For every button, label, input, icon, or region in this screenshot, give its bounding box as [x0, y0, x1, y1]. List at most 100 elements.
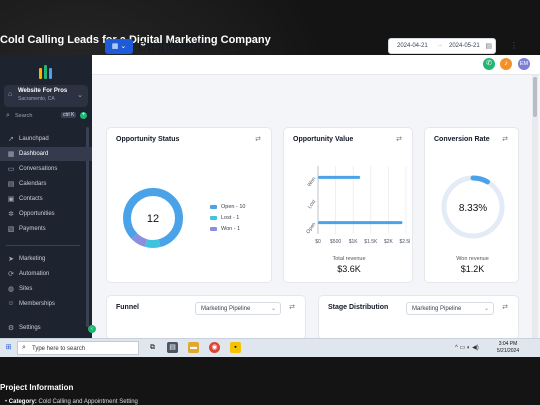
sidebar-item-settings[interactable]: ⚙ Settings: [0, 321, 92, 335]
clock-time: 3:04 PM: [498, 341, 518, 347]
bar-open[interactable]: [318, 221, 403, 225]
automation-icon: ⟳: [8, 271, 14, 278]
sidebar-item-opportunities[interactable]: ✲ Opportunities: [0, 207, 92, 221]
top-bar: ✆ ♪ EM: [92, 55, 540, 75]
stage-distribution-card: Stage Distribution Marketing Pipeline ⌄ ⇄: [318, 295, 519, 340]
sidebar-item-label: Conversations: [19, 166, 58, 172]
main-scrollbar[interactable]: [532, 75, 538, 338]
chevron-down-icon: ⌄: [483, 306, 489, 312]
project-information-title: Project Information: [0, 383, 74, 392]
account-name: Website For Pros: [18, 88, 68, 94]
windows-taskbar: ⊞ ⌕ Type here to search ⧉ ▤ ▬ ◉ ▪ ^ ▭ ◐ …: [0, 338, 540, 357]
task-view-icon[interactable]: ⧉: [147, 342, 158, 353]
sidebar-item-label: Dashboard: [19, 151, 49, 157]
y-tick-label: Won: [307, 176, 318, 188]
date-end: 2024-05-21: [449, 43, 480, 49]
chevron-down-icon: ⌄: [270, 306, 276, 312]
sidebar-item-label: Launchpad: [19, 136, 49, 142]
phone-icon: ✆: [486, 60, 492, 67]
y-tick-label: Open: [305, 221, 317, 235]
sidebar-item-conversations[interactable]: ▭ Conversations: [0, 162, 92, 176]
x-tick-label: $2K: [384, 239, 394, 245]
sidebar-item-label: Settings: [19, 325, 41, 331]
sidebar-item-calendars[interactable]: ▤ Calendars: [0, 177, 92, 191]
account-location: Sacramento, CA: [18, 96, 55, 102]
sidebar-item-label: Calendars: [19, 181, 47, 187]
swap-icon[interactable]: ⇄: [502, 303, 508, 311]
sidebar-item-contacts[interactable]: ▣ Contacts: [0, 192, 92, 206]
sidebar-item-label: Memberships: [19, 301, 56, 307]
taskbar-search[interactable]: ⌕ Type here to search: [17, 341, 139, 355]
sidebar: ⌂ Website For Pros Sacramento, CA ⌄ ⌕ Se…: [0, 55, 96, 338]
funnel-pipeline-select[interactable]: Marketing Pipeline ⌄: [195, 302, 281, 315]
x-tick-label: $2.5K: [399, 239, 410, 245]
select-value: Marketing Pipeline: [412, 306, 462, 312]
legend-label: Won - 1: [221, 226, 241, 232]
contacts-icon: ▣: [7, 196, 15, 203]
won-revenue-value: $1.2K: [460, 264, 485, 274]
avatar[interactable]: EM: [518, 58, 530, 70]
sidebar-item-marketing[interactable]: ➤ Marketing: [0, 252, 92, 266]
taskbar-clock[interactable]: 3:04 PM 5/21/2024: [494, 341, 522, 355]
sidebar-item-payments[interactable]: ▧ Payments: [0, 222, 92, 236]
legend-open: Open - 10: [210, 204, 245, 210]
phone-button[interactable]: ✆: [483, 58, 495, 70]
account-switcher[interactable]: ⌂ Website For Pros Sacramento, CA ⌄: [4, 85, 88, 107]
system-tray[interactable]: ^ ▭ ◐ ◀): [455, 344, 479, 351]
legend-lost: Lost - 1: [210, 215, 239, 221]
gear-icon: ⚙: [7, 325, 15, 332]
card-title: Stage Distribution: [328, 304, 389, 311]
card-title: Opportunity Value: [293, 136, 354, 143]
x-tick-label: $0: [315, 239, 321, 245]
payments-icon: ▧: [7, 226, 15, 233]
legend-label: Open - 10: [221, 204, 246, 210]
rocket-icon: ➚: [8, 136, 14, 143]
swap-icon[interactable]: ⇄: [255, 135, 261, 143]
calendar-icon: ▤: [485, 43, 492, 50]
dashboard-grid-icon: ▦ ⌄: [111, 43, 127, 50]
donut-total: 12: [147, 213, 159, 225]
swap-icon[interactable]: ⇄: [502, 135, 508, 143]
file-explorer-icon[interactable]: ▬: [188, 342, 199, 353]
sidebar-item-automation[interactable]: ⟳ Automation: [0, 267, 92, 281]
select-value: Marketing Pipeline: [201, 306, 251, 312]
opportunity-value-card: Opportunity Value ⇄ $0 $500 $1K $1.5K $2K $2.…: [283, 127, 413, 283]
dashboard-switcher-button[interactable]: ▦ ⌄: [105, 39, 133, 54]
swap-icon[interactable]: ⇄: [396, 135, 402, 143]
bell-icon: ♪: [504, 60, 508, 67]
search-icon: ⌕: [6, 112, 10, 119]
windows-start-icon[interactable]: ⊞: [3, 342, 14, 353]
send-icon: ➤: [8, 256, 14, 263]
scrollbar-thumb[interactable]: [533, 77, 537, 117]
sidebar-collapse-button[interactable]: ‹: [88, 325, 96, 333]
notifications-button[interactable]: ♪: [500, 58, 512, 70]
legend-won: Won - 1: [210, 226, 240, 232]
sidebar-item-label: Contacts: [19, 196, 43, 202]
card-title: Conversion Rate: [434, 136, 490, 143]
calendar-app-icon[interactable]: ▤: [167, 342, 178, 353]
sidebar-item-sites[interactable]: ◍ Sites: [0, 282, 92, 296]
x-tick-label: $1K: [349, 239, 359, 245]
sidebar-search[interactable]: ⌕ Search ctrl K: [4, 111, 78, 122]
sidebar-item-dashboard[interactable]: ▦ Dashboard: [0, 147, 92, 161]
sidebar-item-label: Automation: [19, 271, 50, 277]
sidebar-item-launchpad[interactable]: ➚ Launchpad: [0, 132, 92, 146]
calendar-icon: ▤: [7, 181, 15, 188]
sidebar-item-label: Payments: [19, 226, 46, 232]
opportunity-value-chart: $0 $500 $1K $1.5K $2K $2.5K Won Lost Open: [305, 166, 410, 245]
sidebar-item-memberships[interactable]: ☺ Memberships: [0, 297, 92, 311]
quick-add-button[interactable]: +: [80, 112, 87, 119]
sidebar-divider: [6, 245, 80, 246]
more-options-icon[interactable]: ⋮: [510, 41, 518, 50]
date-range-picker[interactable]: 2024-04-21 → 2024-05-21 ▤: [388, 38, 496, 54]
clock-date: 5/21/2024: [496, 348, 520, 354]
stage-pipeline-select[interactable]: Marketing Pipeline ⌄: [406, 302, 494, 315]
card-title: Funnel: [116, 304, 139, 311]
swap-icon[interactable]: ⇄: [289, 303, 295, 311]
sticky-notes-icon[interactable]: ▪: [230, 342, 241, 353]
bar-won[interactable]: [318, 175, 361, 179]
chrome-icon[interactable]: ◉: [209, 342, 220, 353]
funnel-card: Funnel Marketing Pipeline ⌄ ⇄: [106, 295, 306, 340]
arrow-right-icon: →: [437, 42, 443, 48]
search-icon: ⌕: [22, 344, 26, 351]
